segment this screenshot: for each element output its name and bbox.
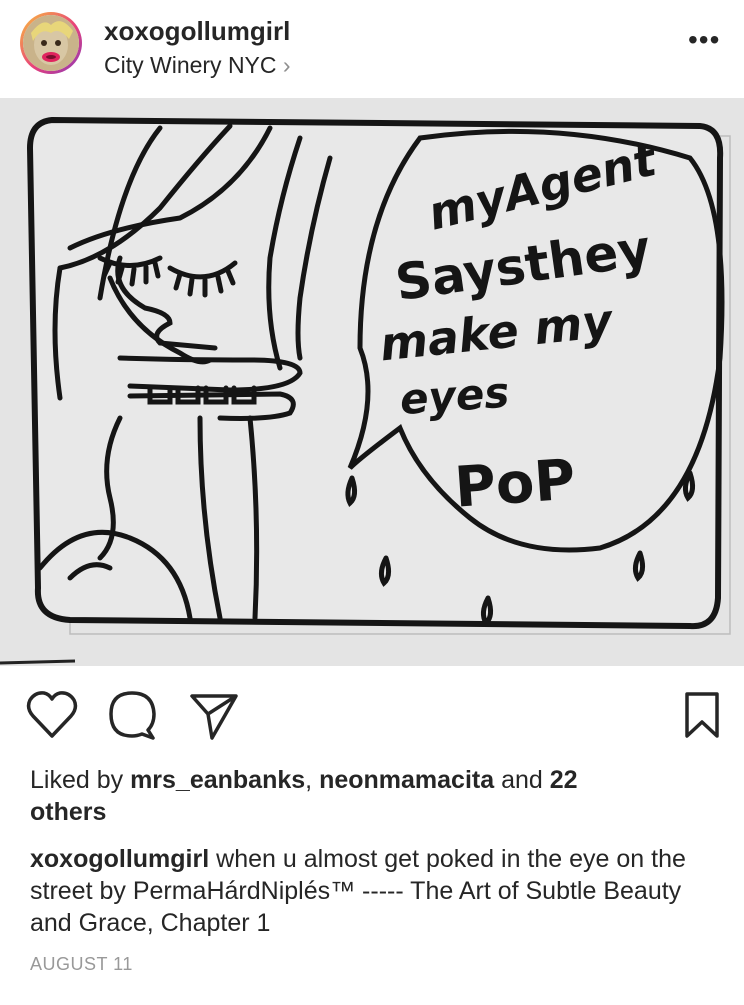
- likes-and: and: [494, 766, 550, 794]
- username[interactable]: xoxogollumgirl: [104, 16, 290, 47]
- likes-summary: Liked by mrs_eanbanks, neonmamacita and …: [30, 764, 720, 828]
- comic-drawing: myAgent Saysthey make my eyes PoP: [0, 98, 744, 666]
- post-date: AUGUST 11: [30, 954, 133, 974]
- bubble-line-5: PoP: [453, 448, 578, 521]
- likes-prefix: Liked by: [30, 766, 131, 794]
- comment-icon[interactable]: [108, 690, 160, 745]
- action-bar: [0, 690, 744, 746]
- post-header: xoxogollumgirl City Winery NYC › •••: [0, 0, 744, 98]
- chevron-right-icon: ›: [282, 52, 291, 78]
- caption-author[interactable]: xoxogollumgirl: [30, 845, 209, 873]
- avatar-image: [23, 15, 79, 71]
- others-count: 22: [549, 766, 578, 794]
- bookmark-icon[interactable]: [682, 690, 722, 745]
- share-icon[interactable]: [188, 690, 240, 745]
- heart-icon[interactable]: [26, 690, 78, 745]
- liker-link-2[interactable]: neonmamacita: [319, 766, 494, 794]
- more-options-icon[interactable]: •••: [688, 26, 720, 54]
- post-caption: xoxogollumgirl when u almost get poked i…: [30, 843, 720, 939]
- avatar[interactable]: [20, 12, 82, 74]
- bubble-line-4: eyes: [398, 368, 511, 425]
- others-word: others: [30, 798, 107, 826]
- likes-separator: ,: [305, 766, 320, 794]
- post-image[interactable]: myAgent Saysthey make my eyes PoP: [0, 98, 744, 666]
- location-label: City Winery NYC: [104, 52, 277, 78]
- liker-link-1[interactable]: mrs_eanbanks: [130, 766, 305, 794]
- location-link[interactable]: City Winery NYC ›: [104, 52, 291, 79]
